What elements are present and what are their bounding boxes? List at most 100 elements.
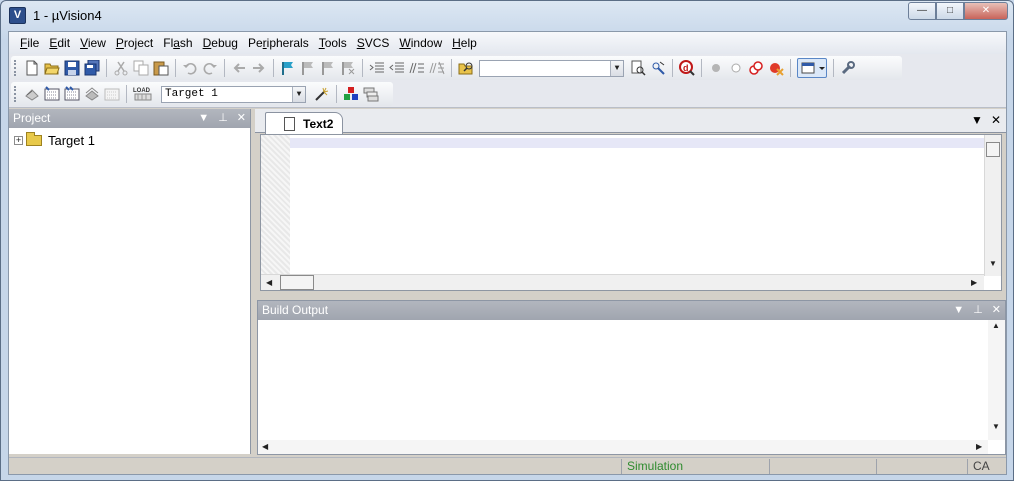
horizontal-scrollbar[interactable]: ◀ ▶ xyxy=(258,440,988,454)
select-packs-icon[interactable] xyxy=(363,86,379,102)
incremental-find-icon[interactable] xyxy=(650,60,666,76)
title-bar[interactable]: V 1 - µVision4 — □ ✕ xyxy=(1,1,1013,31)
menu-debug[interactable]: Debug xyxy=(198,33,243,53)
project-pane: Project ▼ ⊥ ✕ + Target 1 xyxy=(9,109,251,454)
maximize-button[interactable]: □ xyxy=(936,2,964,20)
scroll-right-icon[interactable]: ▶ xyxy=(971,278,977,287)
save-icon[interactable] xyxy=(64,60,80,76)
tab-list-icon[interactable]: ▼ xyxy=(971,113,983,127)
horizontal-scrollbar[interactable]: ◀ ▶ xyxy=(261,274,984,290)
chevron-down-icon[interactable]: ▼ xyxy=(292,86,305,102)
scroll-down-icon[interactable]: ▼ xyxy=(989,259,997,268)
menu-file[interactable]: File xyxy=(15,33,44,53)
clear-bookmarks-icon[interactable] xyxy=(340,60,356,76)
menu-flash[interactable]: Flash xyxy=(158,33,197,53)
redo-icon[interactable] xyxy=(202,60,218,76)
menu-project[interactable]: Project xyxy=(111,33,158,53)
vertical-scrollbar[interactable]: ▲ ▼ xyxy=(988,320,1005,440)
separator xyxy=(224,59,225,77)
tab-text2[interactable]: Text2 xyxy=(265,112,343,134)
copy-icon[interactable] xyxy=(133,60,149,76)
save-all-icon[interactable] xyxy=(84,59,100,76)
comment-icon[interactable] xyxy=(409,60,425,76)
navigate-back-icon[interactable] xyxy=(231,60,247,76)
chevron-down-icon[interactable]: ▼ xyxy=(610,60,623,76)
scroll-up-icon[interactable]: ▲ xyxy=(992,321,1000,330)
close-icon[interactable]: ✕ xyxy=(237,109,246,128)
undo-icon[interactable] xyxy=(182,60,198,76)
scrollbar-thumb[interactable] xyxy=(280,275,314,290)
cut-icon[interactable] xyxy=(113,60,129,76)
build-output-header: Build Output ▼ ⊥ ✕ xyxy=(258,301,1005,320)
find-in-files-icon[interactable] xyxy=(458,60,474,76)
tree-item-target[interactable]: + Target 1 xyxy=(14,132,97,148)
pin-icon[interactable]: ⊥ xyxy=(973,301,983,320)
scroll-left-icon[interactable]: ◀ xyxy=(262,442,268,451)
paste-icon[interactable] xyxy=(153,60,169,76)
target-options-icon[interactable] xyxy=(314,86,330,102)
editor-panel: Text2 ▼ ✕ ▼ ◀ ▶ xyxy=(255,109,1006,296)
batch-build-icon[interactable] xyxy=(84,86,100,102)
kill-all-breakpoints-icon[interactable] xyxy=(768,60,784,76)
find-combo[interactable]: ▼ xyxy=(479,59,624,77)
unindent-icon[interactable] xyxy=(389,60,405,76)
target-select-value: Target 1 xyxy=(165,87,218,100)
menu-help[interactable]: Help xyxy=(447,33,482,53)
indent-icon[interactable] xyxy=(369,60,385,76)
next-bookmark-icon[interactable] xyxy=(320,60,336,76)
menu-view[interactable]: View xyxy=(75,33,111,53)
close-button[interactable]: ✕ xyxy=(964,2,1008,20)
separator xyxy=(106,59,107,77)
uncomment-icon[interactable] xyxy=(429,60,445,76)
separator xyxy=(126,85,127,103)
stop-build-icon[interactable] xyxy=(104,86,120,102)
uvision-app-icon[interactable]: V xyxy=(9,7,26,24)
navigate-forward-icon[interactable] xyxy=(251,60,267,76)
translate-icon[interactable] xyxy=(24,86,40,102)
configure-icon[interactable] xyxy=(840,60,856,76)
tree-expand-icon[interactable]: + xyxy=(14,136,23,145)
previous-bookmark-icon[interactable] xyxy=(300,60,316,76)
build-output-title: Build Output xyxy=(262,303,329,317)
build-icon[interactable] xyxy=(44,86,60,102)
target-select[interactable]: Target 1 ▼ xyxy=(161,85,306,103)
toolbar-grip[interactable] xyxy=(14,60,18,76)
close-icon[interactable]: ✕ xyxy=(992,301,1001,320)
menu-svcs[interactable]: SVCS xyxy=(352,33,395,53)
menu-tools[interactable]: Tools xyxy=(314,33,352,53)
enable-breakpoint-icon[interactable] xyxy=(728,60,744,76)
separator xyxy=(451,59,452,77)
menu-edit[interactable]: Edit xyxy=(44,33,75,53)
download-load-icon[interactable]: LOAD xyxy=(133,86,153,102)
find-icon[interactable] xyxy=(630,60,646,76)
scroll-down-icon[interactable]: ▼ xyxy=(992,422,1000,431)
toolbar-grip[interactable] xyxy=(14,86,18,102)
rebuild-icon[interactable] xyxy=(64,86,80,102)
scrollbar-thumb[interactable] xyxy=(986,142,1000,157)
status-bar: Simulation CA xyxy=(9,457,1006,474)
insert-breakpoint-icon[interactable] xyxy=(708,60,724,76)
debug-session-icon[interactable]: d xyxy=(679,60,695,76)
client-area: File Edit View Project Flash Debug Perip… xyxy=(8,31,1007,475)
close-document-icon[interactable]: ✕ xyxy=(991,113,1001,127)
scroll-left-icon[interactable]: ◀ xyxy=(266,278,272,287)
tree-item-label[interactable]: Target 1 xyxy=(46,133,97,148)
separator xyxy=(273,59,274,77)
pane-options-icon[interactable]: ▼ xyxy=(198,109,209,128)
build-output-text[interactable] xyxy=(258,320,1005,454)
open-file-icon[interactable] xyxy=(44,60,60,76)
menu-peripherals[interactable]: Peripherals xyxy=(243,33,314,53)
editor-gutter[interactable] xyxy=(261,135,290,276)
insert-bookmark-icon[interactable] xyxy=(280,60,296,76)
menu-window[interactable]: Window xyxy=(394,33,447,53)
vertical-scrollbar[interactable]: ▼ xyxy=(984,135,1001,276)
scroll-right-icon[interactable]: ▶ xyxy=(976,442,982,451)
minimize-button[interactable]: — xyxy=(908,2,936,20)
code-editor[interactable]: ▼ ◀ ▶ xyxy=(260,134,1002,291)
manage-project-items-icon[interactable] xyxy=(343,86,359,102)
pin-icon[interactable]: ⊥ xyxy=(218,109,228,128)
new-file-icon[interactable] xyxy=(24,60,40,76)
disable-all-breakpoints-icon[interactable] xyxy=(748,60,764,76)
pane-options-icon[interactable]: ▼ xyxy=(953,301,964,320)
window-layout-button[interactable] xyxy=(797,58,827,78)
